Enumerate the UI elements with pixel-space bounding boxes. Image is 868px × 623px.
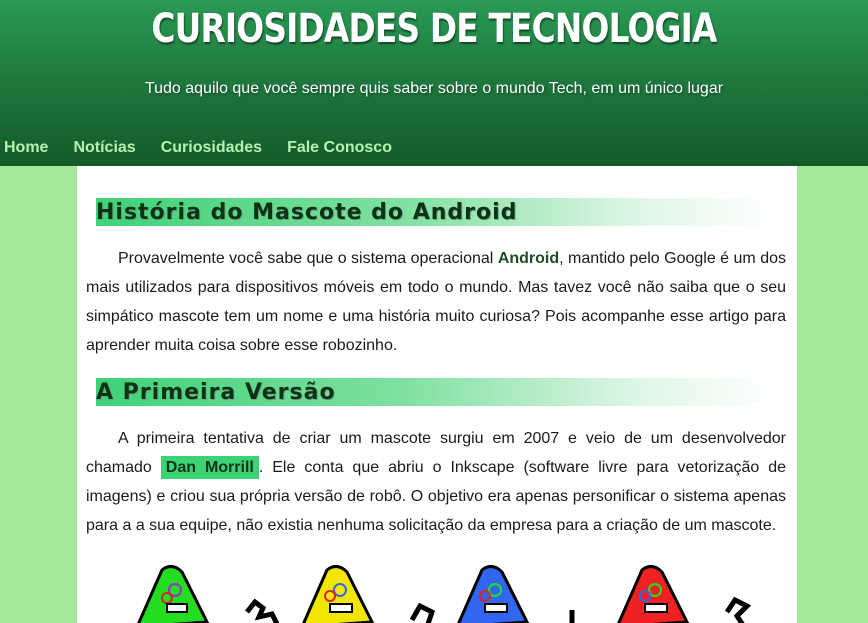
nav-curiosidades[interactable]: Curiosidades [161, 139, 262, 161]
nav-noticias[interactable]: Notícias [73, 139, 135, 161]
first-version-paragraph: A primeira tentativa de criar um mascote… [86, 424, 786, 540]
heading-history-text: História do Mascote do Android [96, 200, 518, 225]
red-mascot-image [617, 565, 752, 623]
heading-first-version-text: A Primeira Versão [96, 380, 336, 405]
mascot-images [127, 562, 767, 623]
section-heading-history: História do Mascote do Android [96, 198, 774, 226]
green-mascot-image [137, 565, 280, 623]
dan-morrill-highlight: Dan Morrill [160, 456, 259, 479]
main-nav: Home Notícias Curiosidades Fale Conosco [4, 139, 417, 161]
yellow-mascot-image [302, 565, 436, 623]
article-content: História do Mascote do Android Provavelm… [77, 166, 797, 623]
nav-home[interactable]: Home [4, 139, 48, 161]
android-term: Android [497, 250, 560, 267]
intro-paragraph: Provavelmente você sabe que o sistema op… [86, 244, 786, 360]
site-header: CURIOSIDADES DE TECNOLOGIA Tudo aquilo q… [0, 0, 868, 166]
site-subtitle: Tudo aquilo que você sempre quis saber s… [144, 80, 724, 97]
section-heading-first-version: A Primeira Versão [96, 378, 774, 406]
intro-text-start: Provavelmente você sabe que o sistema op… [118, 250, 498, 267]
site-title: CURIOSIDADES DE TECNOLOGIA [151, 6, 717, 52]
nav-fale-conosco[interactable]: Fale Conosco [287, 139, 392, 161]
blue-mascot-image [457, 565, 575, 623]
